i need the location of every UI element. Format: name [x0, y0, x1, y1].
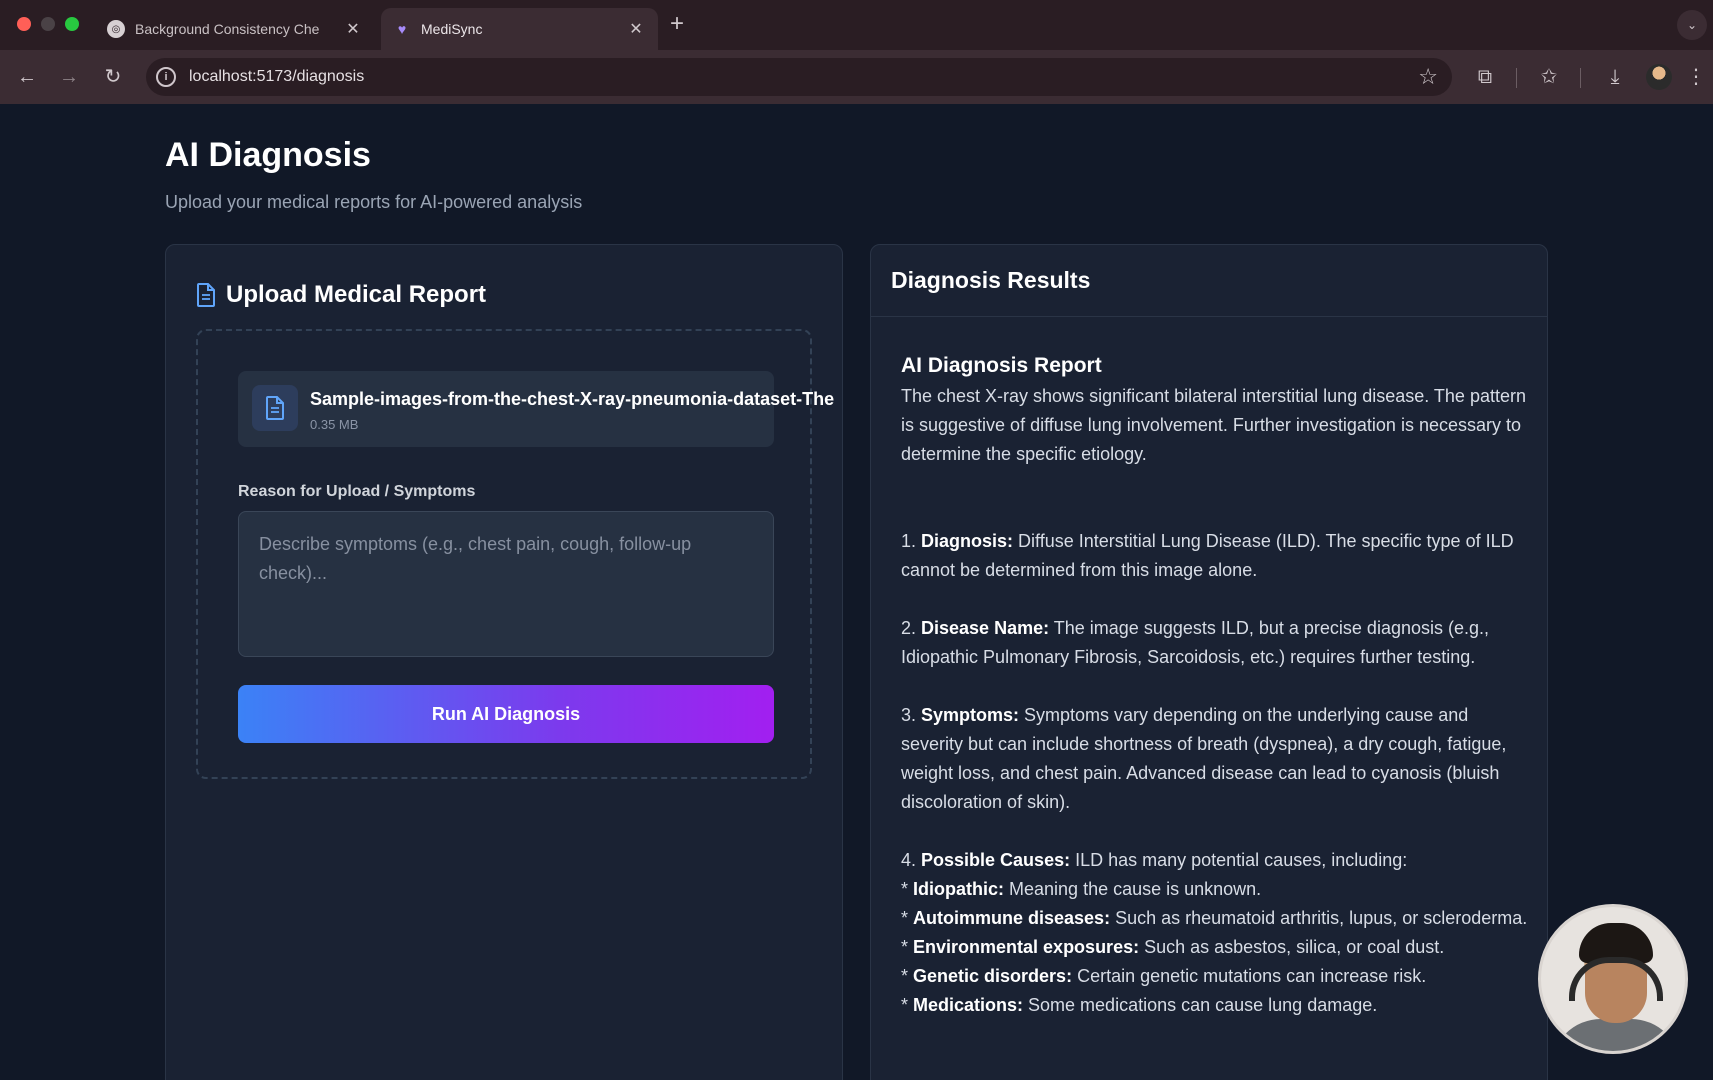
browser-toolbar: ← → ↻ i localhost:5173/diagnosis ☆ ⧉ ✩ ⤓… — [0, 50, 1713, 104]
webcam-overlay — [1538, 904, 1688, 1054]
heart-icon: ♥ — [397, 21, 407, 37]
bookmarks-icon[interactable]: ✩ — [1534, 62, 1564, 92]
webcam-shirt — [1551, 1019, 1681, 1051]
upload-card: Upload Medical Report Sample-images-from… — [165, 244, 843, 1080]
file-badge — [252, 385, 298, 431]
report-item-disease-name: 2. Disease Name: The image suggests ILD,… — [901, 618, 1490, 667]
report-item-symptoms: 3. Symptoms: Symptoms vary depending on … — [901, 705, 1507, 812]
toolbar-divider — [1580, 68, 1581, 88]
tab-title: MediSync — [421, 21, 483, 37]
report-item-possible-causes: 4. Possible Causes: ILD has many potenti… — [901, 850, 1408, 870]
address-bar[interactable]: i localhost:5173/diagnosis ☆ — [146, 58, 1452, 96]
cause-item: * Genetic disorders: Certain genetic mut… — [901, 966, 1427, 986]
run-ai-diagnosis-button[interactable]: Run AI Diagnosis — [238, 685, 774, 743]
symptoms-textarea[interactable] — [238, 511, 774, 657]
globe-icon: ◎ — [107, 20, 125, 38]
browser-tab-medisync[interactable]: ♥ MediSync ✕ — [381, 8, 658, 50]
results-title: Diagnosis Results — [891, 267, 1091, 293]
download-icon[interactable]: ⤓ — [1600, 62, 1630, 92]
window-minimize-button[interactable] — [41, 17, 55, 31]
tab-title: Background Consistency Che — [135, 21, 320, 37]
close-icon[interactable]: ✕ — [626, 19, 646, 39]
diagnosis-page: AI Diagnosis Upload your medical reports… — [0, 104, 1713, 1080]
reason-label: Reason for Upload / Symptoms — [238, 483, 476, 500]
window-maximize-button[interactable] — [65, 17, 79, 31]
file-dropzone[interactable]: Sample-images-from-the-chest-X-ray-pneum… — [196, 329, 834, 779]
page-subtitle: Upload your medical reports for AI-power… — [165, 192, 583, 212]
report-intro: The chest X-ray shows significant bilate… — [901, 386, 1526, 464]
report-item-diagnosis: 1. Diagnosis: Diffuse Interstitial Lung … — [901, 531, 1514, 580]
browser-tab-background-consistency[interactable]: ◎ Background Consistency Che ✕ — [95, 8, 375, 50]
cause-item: * Environmental exposures: Such as asbes… — [901, 937, 1445, 957]
results-header: Diagnosis Results — [871, 245, 1547, 317]
page-title: AI Diagnosis — [165, 136, 371, 174]
window-close-button[interactable] — [17, 17, 31, 31]
url-text[interactable]: localhost:5173/diagnosis — [189, 68, 364, 86]
file-size: 0.35 MB — [310, 417, 359, 432]
bookmark-star-icon[interactable]: ☆ — [1418, 64, 1438, 90]
headphones-icon — [1569, 957, 1663, 1001]
tab-search-chevron-icon[interactable]: ⌄ — [1677, 10, 1707, 40]
selected-file[interactable]: Sample-images-from-the-chest-X-ray-pneum… — [238, 371, 834, 447]
upload-title: Upload Medical Report — [226, 281, 487, 308]
upload-header: Upload Medical Report — [196, 281, 486, 309]
document-icon — [266, 396, 284, 420]
extensions-icon[interactable]: ⧉ — [1470, 62, 1500, 92]
close-icon[interactable]: ✕ — [343, 19, 363, 39]
profile-avatar[interactable] — [1646, 64, 1672, 90]
results-card: Diagnosis Results AI Diagnosis Report Th… — [870, 244, 1548, 1080]
cause-item: * Medications: Some medications can caus… — [901, 995, 1378, 1015]
forward-arrow-icon[interactable]: → — [54, 62, 84, 92]
back-arrow-icon[interactable]: ← — [12, 62, 42, 92]
reload-icon[interactable]: ↻ — [98, 62, 128, 92]
cause-item: * Autoimmune diseases: Such as rheumatoi… — [901, 908, 1528, 928]
file-name: Sample-images-from-the-chest-X-ray-pneum… — [310, 389, 835, 409]
diagnosis-report: AI Diagnosis Report The chest X-ray show… — [901, 351, 1531, 1020]
report-title: AI Diagnosis Report — [901, 354, 1102, 377]
browser-tab-bar: ◎ Background Consistency Che ✕ ♥ MediSyn… — [0, 0, 1713, 50]
site-info-icon[interactable]: i — [156, 67, 176, 87]
document-icon — [197, 283, 215, 307]
toolbar-divider — [1516, 68, 1517, 88]
cause-item: * Idiopathic: Meaning the cause is unkno… — [901, 879, 1262, 899]
menu-kebab-icon[interactable]: ⋮ — [1686, 62, 1706, 92]
new-tab-button[interactable]: + — [670, 10, 684, 38]
